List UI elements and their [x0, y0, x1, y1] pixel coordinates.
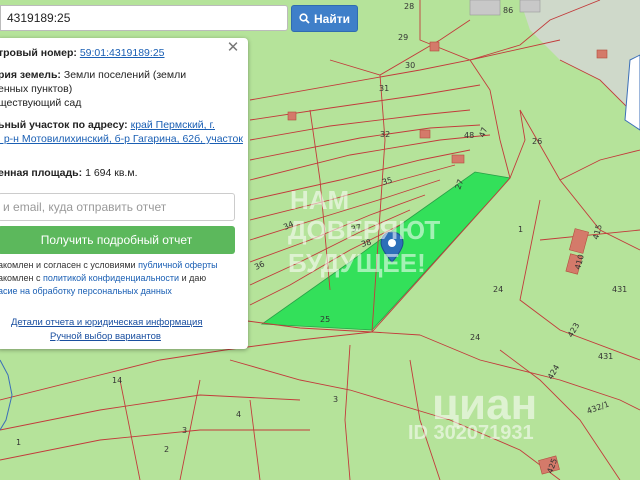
- public-offer-link[interactable]: публичной оферты: [138, 260, 218, 270]
- category-label: рия земель:: [0, 69, 61, 81]
- plot-number: 2: [164, 445, 169, 454]
- plot-number: 24: [493, 285, 503, 294]
- watermark-line2: ДОВЕРЯЮТ: [288, 215, 441, 245]
- consent-personal-data[interactable]: асие на обработку персональных данных: [0, 286, 172, 296]
- plot-number: 431: [612, 285, 627, 294]
- plot-number: 29: [398, 33, 408, 42]
- plot-number: 30: [405, 61, 415, 70]
- consent-offer: акомлен и согласен с условиями публичной…: [0, 260, 218, 270]
- manual-selection-link[interactable]: Ручной выбор вариантов: [50, 331, 161, 342]
- close-icon[interactable]: ✕: [226, 40, 240, 55]
- area-row: енная площадь: 1 694 кв.м.: [0, 167, 137, 179]
- search-input[interactable]: 4319189:25: [0, 5, 288, 31]
- plot-number: 1: [16, 438, 21, 447]
- email-input[interactable]: и email, куда отправить отчет: [0, 193, 235, 221]
- info-panel: ✕ тровый номер: 59:01:4319189:25 рия зем…: [0, 38, 248, 349]
- area-label: енная площадь:: [0, 167, 83, 179]
- address-link-2[interactable]: , р-н Мотовилихинский, б-р Гагарина, 62б…: [0, 133, 243, 145]
- area-value: 1 694 кв.м.: [85, 167, 138, 179]
- address-link[interactable]: край Пермский, г.: [131, 119, 215, 131]
- category-row: рия земель: Земли поселений (земли: [0, 69, 186, 81]
- plot-number: 28: [404, 2, 414, 11]
- category-value: Земли поселений (земли: [63, 69, 187, 81]
- plot-number: 3: [182, 426, 187, 435]
- privacy-policy-link[interactable]: политикой конфиденциальности: [43, 273, 179, 283]
- cadastral-row: тровый номер: 59:01:4319189:25: [0, 47, 165, 59]
- consent-offer-text: акомлен и согласен с условиями: [0, 260, 139, 270]
- address-row: ьный участок по адресу: край Пермский, г…: [0, 119, 215, 131]
- plot-number: 4: [236, 410, 241, 419]
- watermark-line1: НАМ: [290, 185, 350, 215]
- category-value-2: енных пунктов): [0, 83, 73, 95]
- plot-number: 3: [333, 395, 338, 404]
- search-icon: [299, 13, 310, 24]
- address-label: ьный участок по адресу:: [0, 119, 128, 131]
- plot-number: 14: [112, 376, 122, 385]
- plot-number: 1: [518, 225, 523, 234]
- consent-privacy-text: акомлен с: [0, 273, 43, 283]
- plot-number: 25: [320, 315, 330, 324]
- plot-number: 48: [464, 131, 474, 140]
- plot-number: 32: [380, 130, 390, 139]
- get-report-button[interactable]: Получить подробный отчет: [0, 226, 235, 254]
- consent-privacy: акомлен с политикой конфиденциальности и…: [0, 273, 206, 283]
- find-button-label: Найти: [314, 11, 350, 26]
- consent-privacy-tail: и даю: [179, 273, 207, 283]
- plot-number: 86: [503, 6, 513, 15]
- watermark-line3: БУДУЩЕЕ!: [288, 248, 426, 278]
- plot-number: 31: [379, 84, 389, 93]
- find-button[interactable]: Найти: [291, 5, 358, 32]
- plot-number: 26: [532, 137, 542, 146]
- plot-number: 431: [598, 352, 613, 361]
- use-value: ществующий сад: [0, 97, 82, 109]
- details-link[interactable]: Детали отчета и юридическая информация: [11, 317, 203, 328]
- cadastral-link[interactable]: 59:01:4319189:25: [80, 47, 165, 59]
- cadastral-label: тровый номер:: [0, 47, 77, 59]
- plot-number: 24: [470, 333, 480, 342]
- watermark-id: ID 302071931: [408, 422, 534, 444]
